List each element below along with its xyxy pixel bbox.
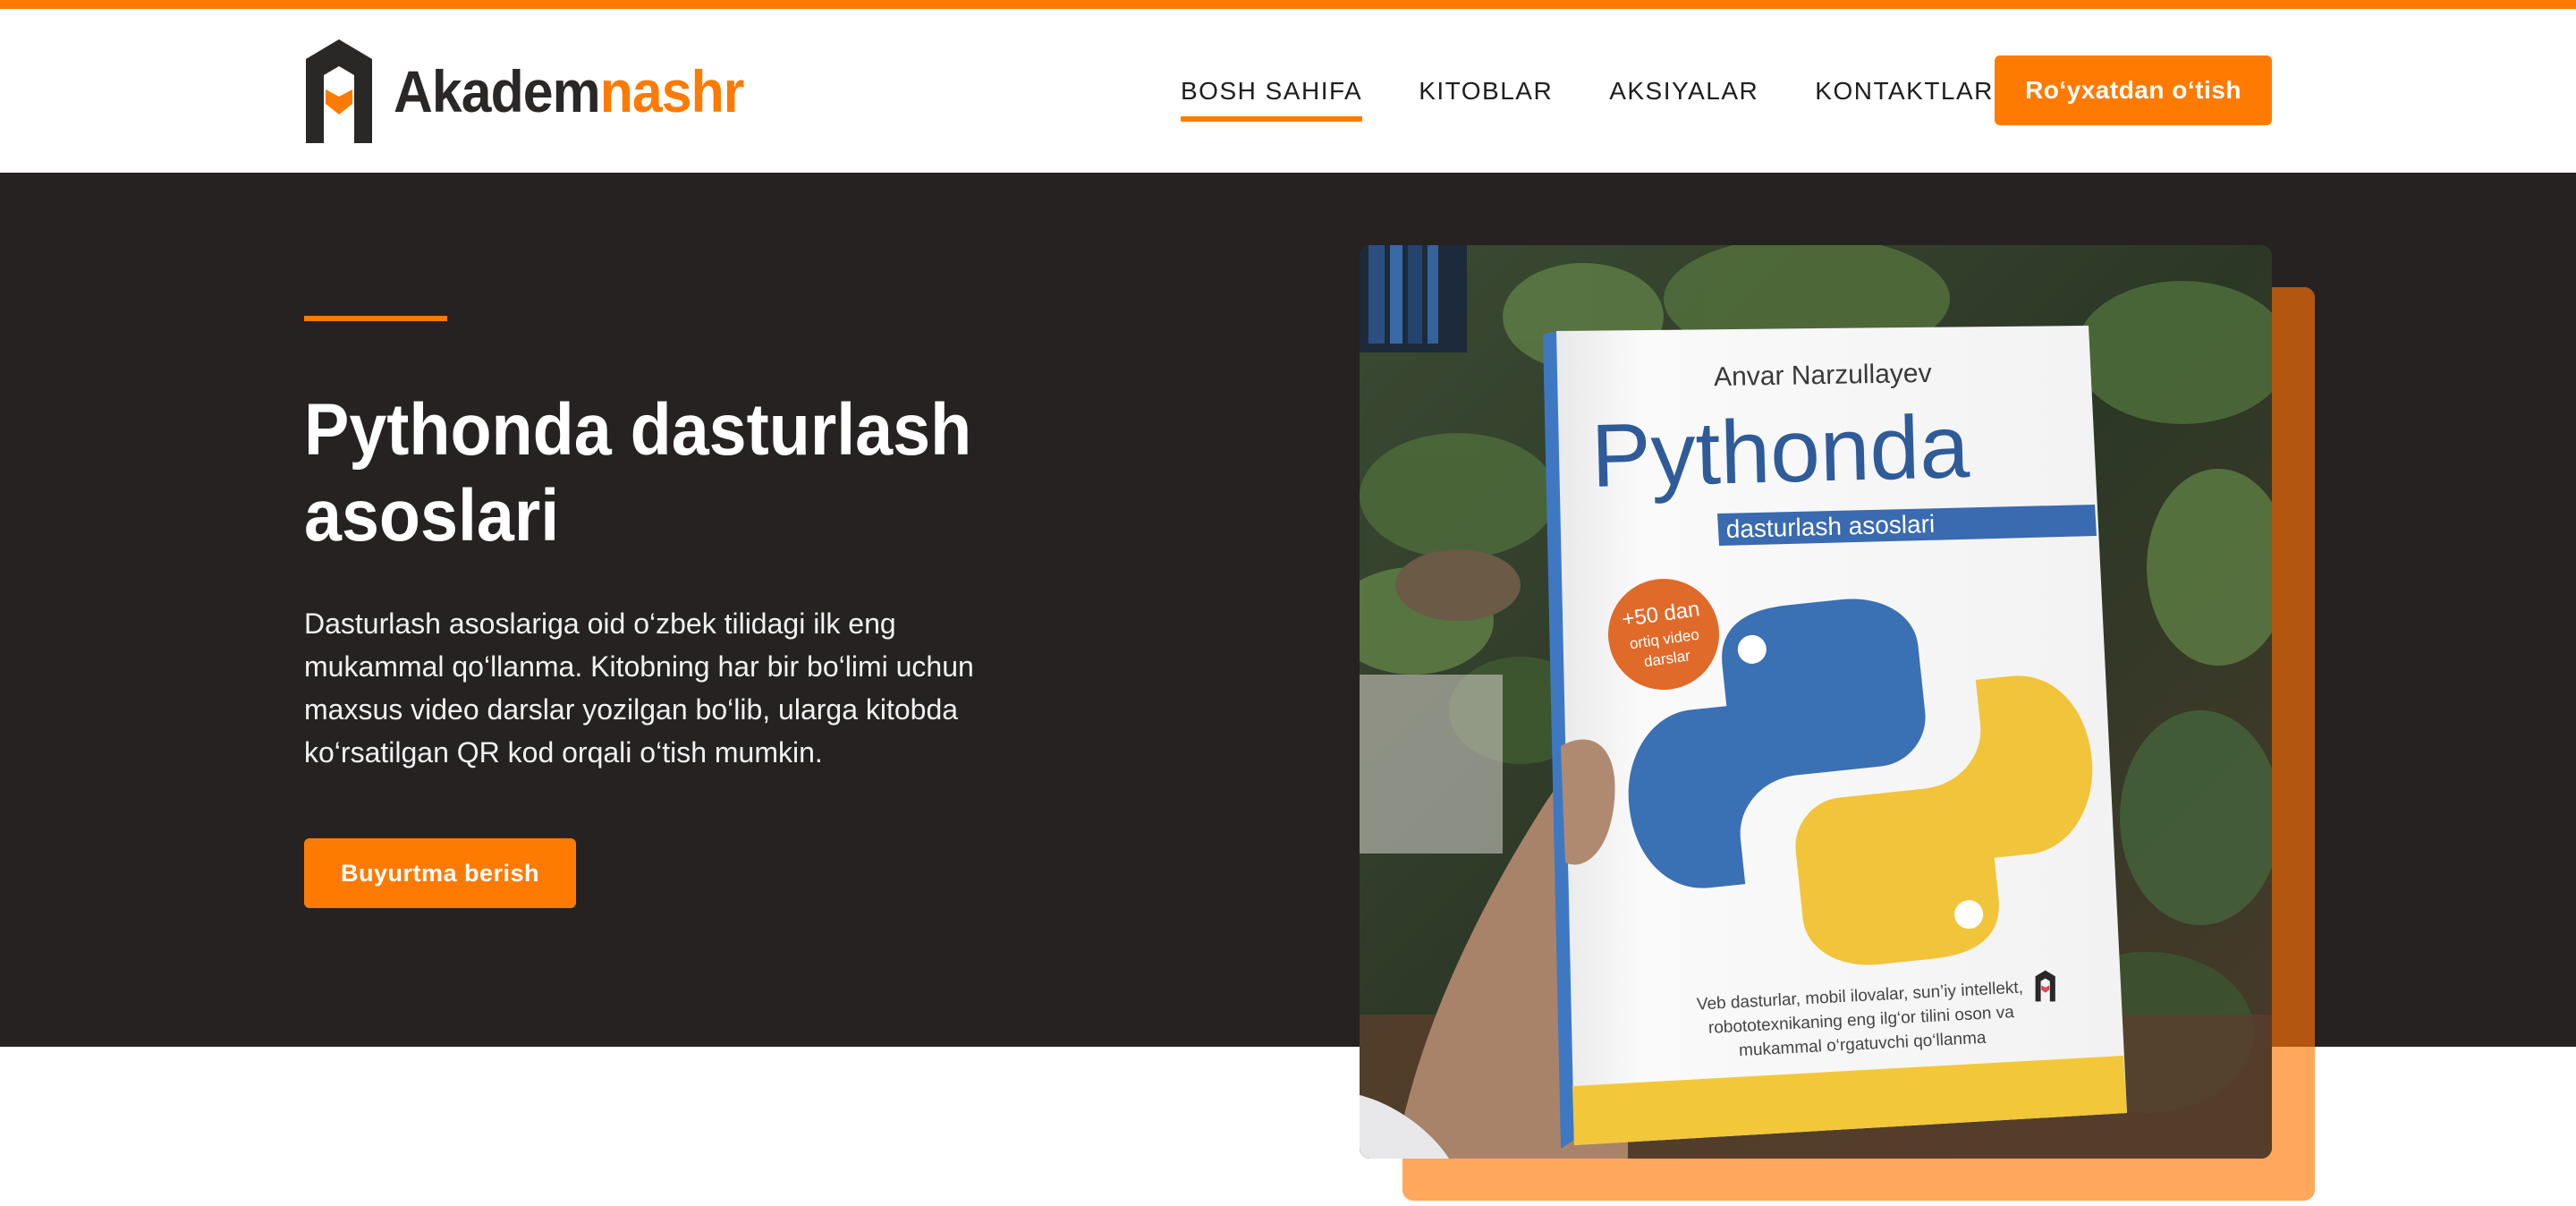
cover-author: Anvar Narzullayev bbox=[1714, 359, 1932, 392]
main-nav: BOSH SAHIFA KITOBLAR AKSIYALAR KONTAKTLA… bbox=[1181, 9, 1994, 173]
logo-icon bbox=[306, 39, 372, 143]
nav-kitoblar[interactable]: KITOBLAR bbox=[1419, 77, 1553, 106]
book-photo-illustration: Anvar Narzullayev Pythonda dasturlash as… bbox=[1360, 245, 2272, 1159]
book-photo: Anvar Narzullayev Pythonda dasturlash as… bbox=[1360, 245, 2272, 1159]
nav-bosh-sahifa[interactable]: BOSH SAHIFA bbox=[1181, 77, 1363, 122]
site-header: Akademnashr BOSH SAHIFA KITOBLAR AKSIYAL… bbox=[0, 9, 2576, 173]
register-button[interactable]: Ro‘yxatdan o‘tish bbox=[1995, 55, 2272, 125]
brand-name: Akademnashr bbox=[394, 62, 744, 121]
cover-subtitle: dasturlash asoslari bbox=[1725, 510, 1935, 543]
order-button[interactable]: Buyurtma berish bbox=[304, 838, 576, 908]
nav-aksiyalar[interactable]: AKSIYALAR bbox=[1609, 77, 1758, 106]
cover-title: Pythonda bbox=[1590, 396, 1971, 506]
top-accent-bar bbox=[0, 0, 2576, 9]
hero-description: Dasturlash asoslariga oid o‘zbek tilidag… bbox=[304, 607, 974, 769]
brand-name-dark: Akadem bbox=[394, 58, 601, 124]
hero-title: Pythonda dasturlash asoslari bbox=[304, 389, 972, 556]
nav-kontaktlar[interactable]: KONTAKTLAR bbox=[1815, 77, 1994, 106]
logo[interactable]: Akademnashr bbox=[304, 38, 775, 145]
brand-name-orange: nashr bbox=[599, 58, 745, 124]
hero-accent-line bbox=[304, 316, 447, 321]
